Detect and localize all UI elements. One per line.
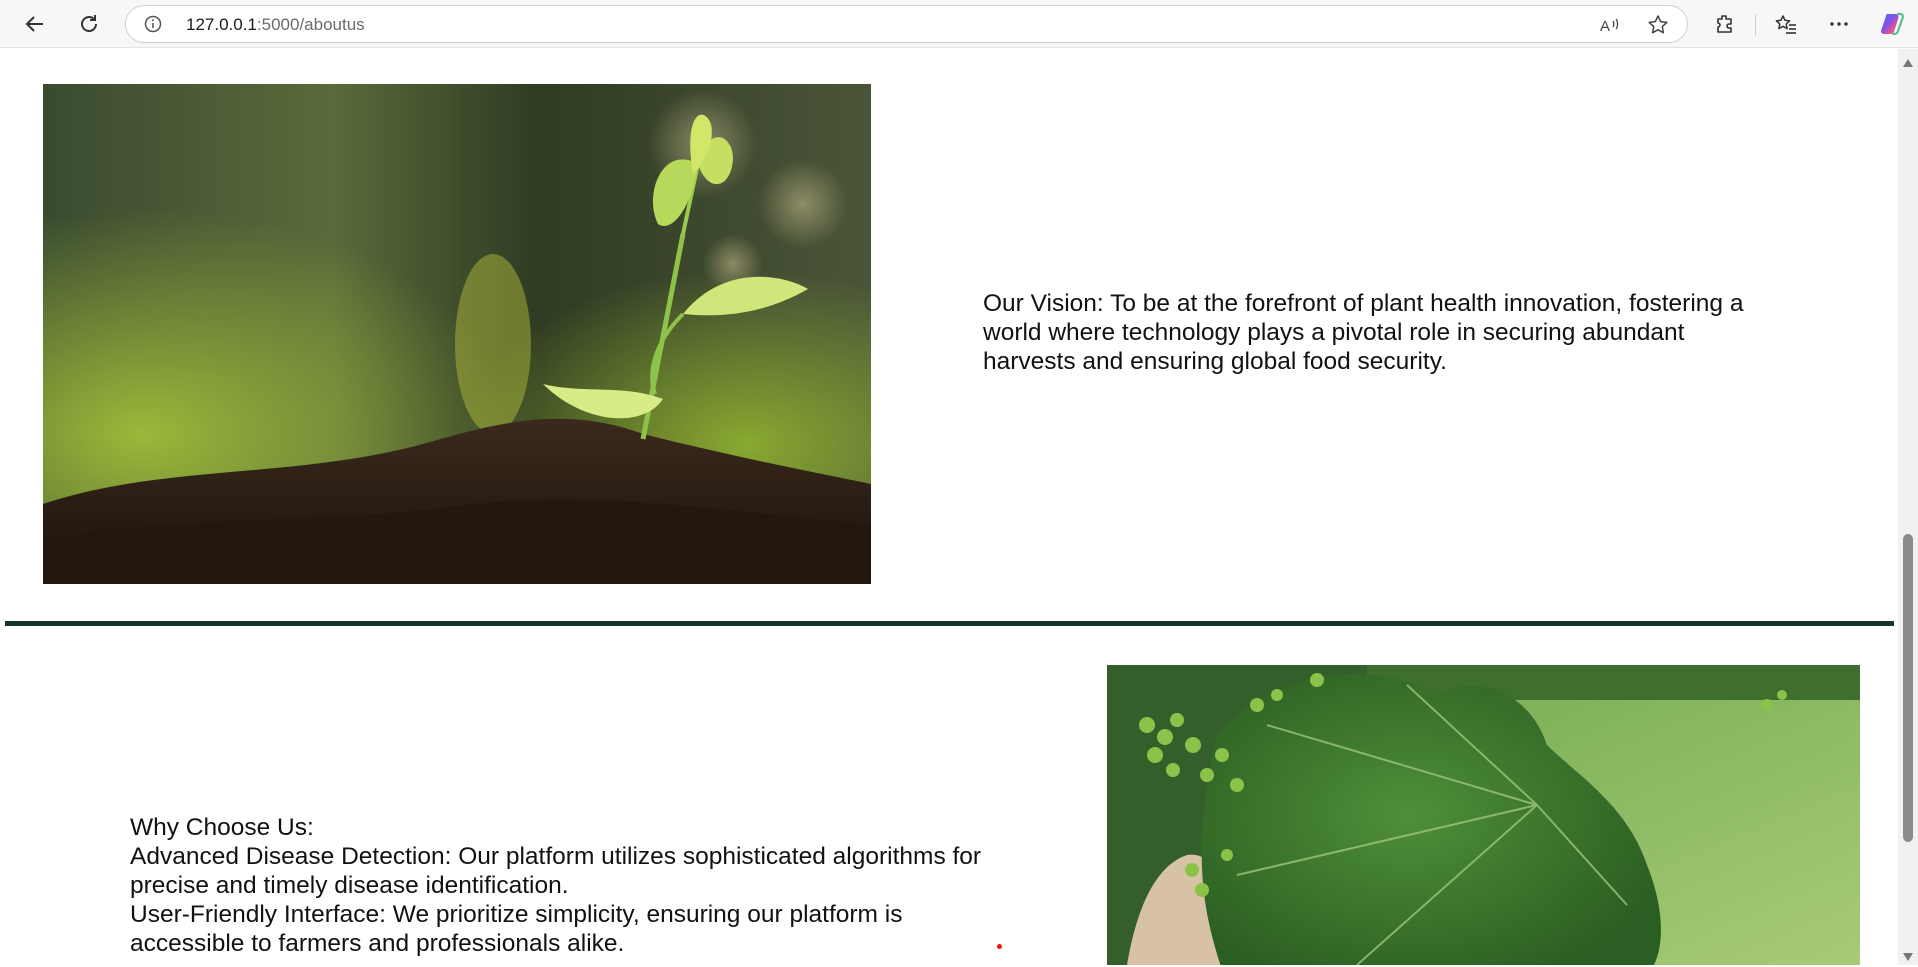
favorites-icon[interactable]: [1769, 7, 1803, 41]
scroll-down-arrow-icon[interactable]: [1902, 949, 1914, 961]
read-aloud-icon[interactable]: A: [1598, 13, 1622, 37]
scrollbar-thumb[interactable]: [1903, 534, 1913, 842]
vision-text: Our Vision: To be at the forefront of pl…: [983, 290, 1744, 375]
extensions-icon[interactable]: [1708, 7, 1742, 41]
red-dot: [997, 944, 1002, 949]
address-bar[interactable]: 127.0.0.1:5000/aboutus A: [125, 5, 1688, 43]
more-icon[interactable]: [1822, 7, 1856, 41]
refresh-icon[interactable]: [72, 7, 106, 41]
info-icon[interactable]: [144, 15, 162, 33]
back-icon[interactable]: [18, 7, 52, 41]
why-point-user-friendly: User-Friendly Interface: We prioritize s…: [130, 901, 903, 957]
url-host: 127.0.0.1: [186, 15, 257, 34]
scroll-up-arrow-icon[interactable]: [1902, 55, 1914, 67]
grape-leaf-image: [1107, 665, 1860, 965]
page-viewport: Our Vision: To be at the forefront of pl…: [0, 49, 1898, 965]
url-text[interactable]: 127.0.0.1:5000/aboutus: [186, 15, 365, 35]
vertical-scrollbar[interactable]: [1898, 49, 1918, 965]
browser-toolbar: 127.0.0.1:5000/aboutus A: [0, 0, 1918, 48]
seedling-image: [43, 84, 871, 584]
svg-text:A: A: [1600, 18, 1610, 35]
why-choose-us-section: Why Choose Us: Advanced Disease Detectio…: [130, 813, 1010, 958]
favorite-star-icon[interactable]: [1646, 13, 1670, 37]
toolbar-divider: [1755, 14, 1756, 36]
url-path: :5000/aboutus: [256, 15, 365, 34]
section-divider: [5, 621, 1894, 626]
why-point-disease-detection: Advanced Disease Detection: Our platform…: [130, 843, 982, 899]
copilot-icon[interactable]: [1875, 7, 1909, 41]
why-heading: Why Choose Us:: [130, 814, 314, 841]
